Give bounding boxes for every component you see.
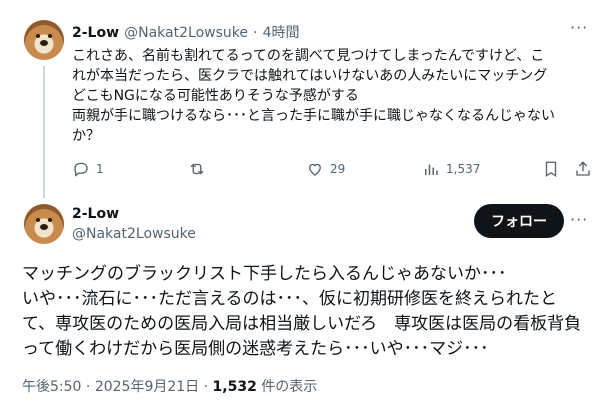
display-name[interactable]: 2-Low <box>72 25 119 41</box>
avatar-eye <box>48 218 52 222</box>
action-bar: 1 29 1,537 <box>72 160 592 184</box>
reply-button[interactable]: 1 <box>72 160 104 178</box>
share-button[interactable] <box>574 160 598 178</box>
views-label: 件の表示 <box>261 379 318 395</box>
post-text: マッチングのブラックリスト下手したら入るんじゃあないか･･･ いや･･･流石に･… <box>22 262 602 362</box>
separator: · <box>253 25 258 41</box>
post-text-line: か？ <box>72 128 100 144</box>
avatar-eye <box>48 34 52 38</box>
display-name[interactable]: 2-Low <box>72 206 119 222</box>
bookmark-icon <box>545 161 557 178</box>
like-count: 29 <box>330 162 346 176</box>
post-time[interactable]: 午後5:50 <box>22 379 81 395</box>
post-text-line: て、専攻医のための医局入局は相当厳しいだろ 専攻医は医局の看板背負 <box>22 314 582 334</box>
post-text-line: れが本当だったら、医クラでは触れてはいけないあの人みたいにマッチング <box>72 68 548 84</box>
heart-icon <box>309 163 321 176</box>
post-text-line: マッチングのブラックリスト下手したら入るんじゃあないか･･･ <box>22 264 507 284</box>
follow-button[interactable]: フォロー <box>474 204 564 238</box>
view-count: 1,537 <box>446 162 481 176</box>
avatar-nose <box>40 40 48 46</box>
post-text-line: 両親が手に職つけるなら･･･と言った手に職が手に職じゃなくなるんじゃない <box>72 108 555 124</box>
bookmark-button[interactable] <box>542 160 566 178</box>
more-options-button[interactable]: ··· <box>570 210 588 229</box>
repost-icon <box>190 163 204 175</box>
views-count: 1,532 <box>212 379 257 395</box>
timestamp[interactable]: 4時間 <box>263 25 300 41</box>
avatar[interactable] <box>24 204 64 244</box>
avatar[interactable] <box>24 20 64 60</box>
reply-count: 1 <box>96 162 104 176</box>
avatar-nose <box>40 224 48 230</box>
post-meta: 午後5:50 · 2025年9月21日 · 1,532 件の表示 <box>22 376 317 396</box>
thread-line <box>43 66 45 198</box>
avatar-eye <box>36 34 40 38</box>
separator: · <box>85 379 91 395</box>
analytics-icon <box>425 164 438 175</box>
more-options-button[interactable]: ··· <box>570 18 588 37</box>
handle[interactable]: @Nakat2Lowsuke <box>124 25 248 41</box>
reply-icon <box>74 162 88 177</box>
post-text-line: って働くわけだから医局側の迷惑考えたら･･･いや･･･マジ･･･ <box>22 339 489 359</box>
avatar-eye <box>36 218 40 222</box>
repost-button[interactable] <box>188 160 212 178</box>
like-button[interactable]: 29 <box>306 160 345 178</box>
post-text-line: これさあ、名前も割れてるってのを調べて見つけてしまったんですけど、こ <box>72 48 545 64</box>
post-text-line: いや･･･流石に･･･ただ言えるのは･･･、仮に初期研修医を終えられたと <box>22 289 557 309</box>
share-icon <box>576 161 590 176</box>
post-text: これさあ、名前も割れてるってのを調べて見つけてしまったんですけど、こ れが本当だ… <box>72 46 592 146</box>
post-date[interactable]: 2025年9月21日 <box>95 379 199 395</box>
separator: · <box>203 379 209 395</box>
post-text-line: どこもNGになる可能性ありそうな予感がする <box>72 88 359 104</box>
handle[interactable]: @Nakat2Lowsuke <box>72 226 196 242</box>
post-header: 2-Low @Nakat2Lowsuke · 4時間 <box>72 22 300 42</box>
views-button[interactable]: 1,537 <box>422 160 480 178</box>
